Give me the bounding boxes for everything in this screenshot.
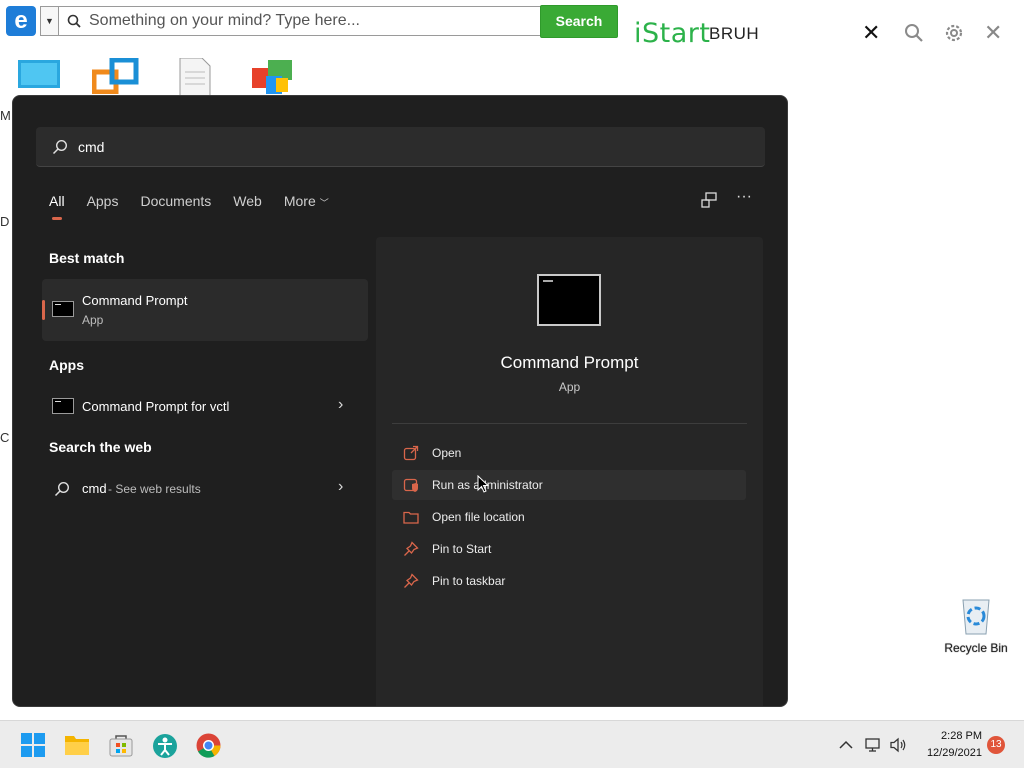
command-prompt-icon	[52, 301, 74, 317]
notification-badge[interactable]: 13	[987, 736, 1005, 754]
shield-icon	[403, 478, 418, 492]
action-label: Open	[432, 446, 462, 460]
istart-user-label: BRUH	[709, 24, 760, 43]
browser-logo-icon[interactable]: e	[6, 6, 36, 36]
search-engine-dropdown[interactable]: ▼	[40, 6, 58, 36]
divider	[392, 423, 747, 424]
recycle-bin[interactable]: Recycle Bin	[944, 594, 1008, 655]
start-menu: All Apps Documents Web More﹀ ··· Best ma…	[12, 95, 788, 707]
best-match-subtitle: App	[82, 313, 104, 327]
app-cube-icon[interactable]	[248, 58, 298, 96]
recycle-bin-label: Recycle Bin	[944, 641, 1008, 655]
istart-logo: iStart	[634, 18, 711, 49]
command-prompt-icon	[52, 398, 74, 414]
istart-panel: iStart BRUH ✕ ✕	[618, 10, 1024, 56]
accessibility-app-icon[interactable]	[152, 733, 178, 759]
tab-more-label: More	[283, 193, 316, 209]
chevron-down-icon: ﹀	[319, 197, 329, 208]
best-match-heading: Best match	[49, 250, 125, 266]
chrome-icon[interactable]	[196, 733, 221, 758]
taskbar: 2:28 PM 12/29/2021 13	[0, 720, 1024, 768]
action-open-file-location[interactable]: Open file location	[392, 502, 746, 532]
action-run-as-administrator[interactable]: Run as administrator	[392, 470, 746, 500]
open-external-icon	[403, 445, 419, 461]
action-label: Pin to taskbar	[432, 574, 506, 588]
pin-icon	[404, 573, 419, 588]
action-pin-to-taskbar[interactable]: Pin to taskbar	[392, 566, 746, 596]
desktop-label-fragment: M	[0, 108, 11, 123]
start-search-box[interactable]	[36, 127, 765, 167]
chevron-up-icon[interactable]	[839, 739, 853, 751]
network-icon[interactable]	[865, 737, 883, 753]
best-match-item[interactable]: Command Prompt App	[42, 279, 368, 341]
chevron-right-icon: ›	[338, 478, 344, 495]
mouse-cursor-icon	[477, 475, 489, 493]
close-icon[interactable]: ✕	[862, 22, 880, 44]
result-preview-pane: Command Prompt App Open Run as administr…	[376, 237, 763, 706]
web-result-query: cmd	[82, 481, 107, 496]
action-label: Pin to Start	[432, 542, 492, 556]
gear-icon[interactable]	[943, 22, 965, 44]
toolbar-search-button[interactable]: Search	[540, 5, 618, 38]
more-options-icon[interactable]: ···	[736, 188, 752, 206]
clock-date[interactable]: 12/29/2021	[920, 747, 982, 759]
tab-documents[interactable]: Documents	[140, 193, 211, 209]
best-match-title: Command Prompt	[82, 293, 188, 308]
action-open[interactable]: Open	[392, 438, 746, 468]
desktop-label-fragment: C	[0, 430, 10, 445]
toolbar-search-box	[58, 6, 542, 36]
this-pc-icon[interactable]	[17, 58, 61, 94]
preview-title: Command Prompt	[500, 353, 639, 372]
close-panel-icon[interactable]: ✕	[984, 22, 1002, 44]
file-explorer-icon[interactable]	[64, 733, 90, 757]
search-icon	[52, 139, 68, 154]
tab-apps[interactable]: Apps	[87, 193, 119, 209]
share-results-icon[interactable]	[700, 191, 718, 209]
toolbar-search-input[interactable]	[89, 12, 529, 30]
desktop-label-fragment: D	[0, 214, 10, 229]
start-search-input[interactable]	[78, 138, 678, 155]
clock-time[interactable]: 2:28 PM	[934, 730, 982, 742]
microsoft-store-icon[interactable]	[109, 733, 133, 757]
recycle-bin-icon	[962, 599, 990, 635]
vmware-icon[interactable]	[92, 58, 142, 94]
preview-subtitle: App	[558, 380, 581, 394]
search-icon	[54, 481, 70, 497]
action-pin-to-start[interactable]: Pin to Start	[392, 534, 746, 564]
tab-web[interactable]: Web	[233, 193, 262, 209]
document-icon[interactable]	[178, 58, 212, 96]
volume-icon[interactable]	[889, 737, 907, 753]
windows-start-icon[interactable]	[21, 733, 45, 757]
tab-more[interactable]: More ﹀	[284, 193, 329, 209]
tab-all[interactable]: All	[49, 193, 65, 220]
command-prompt-large-icon	[537, 274, 601, 326]
selection-accent	[42, 300, 45, 320]
search-icon[interactable]	[904, 23, 924, 43]
web-result-item[interactable]: cmd - See web results ›	[42, 472, 368, 506]
apps-heading: Apps	[49, 357, 84, 373]
web-result-suffix: - See web results	[108, 482, 201, 496]
folder-icon	[403, 511, 419, 524]
action-label: Open file location	[432, 510, 525, 524]
pin-icon	[404, 541, 419, 556]
chevron-right-icon: ›	[338, 396, 344, 413]
app-result-title: Command Prompt for vctl	[82, 399, 230, 414]
search-web-heading: Search the web	[49, 439, 152, 455]
search-icon	[67, 14, 81, 28]
search-filter-tabs: All Apps Documents Web More ﹀	[49, 193, 351, 220]
app-result-item[interactable]: Command Prompt for vctl ›	[42, 389, 368, 423]
